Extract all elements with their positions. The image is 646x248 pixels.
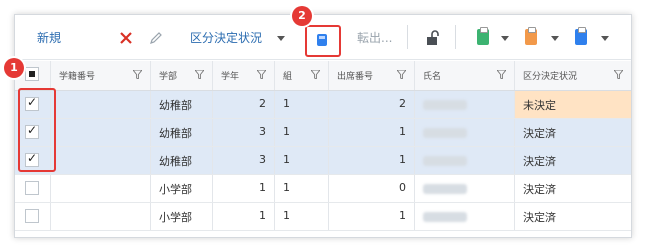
select-all-checkbox[interactable] <box>25 67 39 81</box>
header-attendance-number[interactable]: 出席番号 <box>329 61 415 90</box>
header-student-id[interactable]: 学籍番号 <box>51 61 151 90</box>
attendance-cell: 2 <box>329 91 415 118</box>
status-cell: 決定済 <box>523 211 556 224</box>
row-checkbox[interactable] <box>25 209 39 223</box>
callout-badge-1: 1 <box>4 58 24 78</box>
student-id-cell <box>51 119 151 146</box>
header-grade[interactable]: 学年 <box>213 61 275 90</box>
class-cell: 1 <box>275 175 329 202</box>
calculator-button[interactable] <box>305 25 341 57</box>
redacted-name <box>423 212 467 222</box>
class-cell: 1 <box>275 91 329 118</box>
student-id-cell <box>51 203 151 230</box>
export-button[interactable]: 転出... <box>357 29 392 46</box>
name-cell <box>415 119 515 146</box>
table-row[interactable]: 小学部 1 1 1 決定済 <box>15 203 631 231</box>
toolbar-divider <box>407 25 408 49</box>
close-icon[interactable] <box>119 31 133 45</box>
status-cell: 決定済 <box>523 155 556 168</box>
redacted-name <box>423 128 467 138</box>
grade-cell: 1 <box>213 175 275 202</box>
header-department[interactable]: 学部 <box>151 61 213 90</box>
table-row[interactable]: 幼稚部 2 1 2 未決定 <box>15 91 631 119</box>
row-checkbox[interactable] <box>25 181 39 195</box>
department-cell: 幼稚部 <box>151 119 213 146</box>
class-cell: 1 <box>275 119 329 146</box>
table-header-row: 学籍番号 学部 学年 組 出席番号 氏名 区分決定状況 <box>15 61 631 91</box>
status-cell: 未決定 <box>515 91 631 118</box>
department-cell: 幼稚部 <box>151 91 213 118</box>
calculator-icon <box>317 34 327 46</box>
new-button[interactable]: 新規 <box>37 29 61 46</box>
filter-icon[interactable] <box>497 70 506 79</box>
pencil-icon[interactable] <box>149 31 163 45</box>
toolbar: 新規 区分決定状況 転出... <box>15 15 631 60</box>
department-cell: 小学部 <box>151 175 213 202</box>
attendance-cell: 1 <box>329 203 415 230</box>
clipboard-icon[interactable] <box>575 27 587 45</box>
status-cell: 決定済 <box>523 127 556 140</box>
attendance-cell: 0 <box>329 175 415 202</box>
header-class[interactable]: 組 <box>275 61 329 90</box>
filter-icon[interactable] <box>311 70 320 79</box>
filter-icon[interactable] <box>614 70 623 79</box>
checkbox-highlight <box>18 88 56 172</box>
filter-icon[interactable] <box>195 70 204 79</box>
class-cell: 1 <box>275 203 329 230</box>
class-cell: 1 <box>275 147 329 174</box>
filter-icon[interactable] <box>133 70 142 79</box>
callout-badge-2: 2 <box>292 6 312 26</box>
student-id-cell <box>51 175 151 202</box>
student-id-cell <box>51 91 151 118</box>
redacted-name <box>423 156 467 166</box>
classify-status-dropdown[interactable]: 区分決定状況 <box>190 29 262 46</box>
select-cell <box>15 203 51 230</box>
filter-icon[interactable] <box>257 70 266 79</box>
chevron-down-icon[interactable] <box>551 36 559 41</box>
table-row[interactable]: 幼稚部 3 1 1 決定済 <box>15 119 631 147</box>
header-classification-status[interactable]: 区分決定状況 <box>515 61 631 90</box>
header-name[interactable]: 氏名 <box>415 61 515 90</box>
lock-icon[interactable] <box>425 30 441 46</box>
name-cell <box>415 147 515 174</box>
attendance-cell: 1 <box>329 147 415 174</box>
name-cell <box>415 91 515 118</box>
filter-icon[interactable] <box>397 70 406 79</box>
redacted-name <box>423 100 467 110</box>
grade-cell: 2 <box>213 91 275 118</box>
name-cell <box>415 175 515 202</box>
grade-cell: 3 <box>213 119 275 146</box>
status-cell: 決定済 <box>523 183 556 196</box>
name-cell <box>415 203 515 230</box>
student-id-cell <box>51 147 151 174</box>
toolbar-divider <box>455 25 456 49</box>
grade-cell: 3 <box>213 147 275 174</box>
chevron-down-icon[interactable] <box>601 36 609 41</box>
table-row[interactable]: 幼稚部 3 1 1 決定済 <box>15 147 631 175</box>
select-cell <box>15 175 51 202</box>
redacted-name <box>423 184 467 194</box>
table-row[interactable]: 小学部 1 1 0 決定済 <box>15 175 631 203</box>
chevron-down-icon[interactable] <box>277 36 285 41</box>
main-frame: 新規 区分決定状況 転出... 学籍番号 学部 学年 組 出席番号 氏名 区分決… <box>14 14 632 238</box>
department-cell: 幼稚部 <box>151 147 213 174</box>
department-cell: 小学部 <box>151 203 213 230</box>
clipboard-icon[interactable] <box>525 27 537 45</box>
clipboard-icon[interactable] <box>477 27 489 45</box>
chevron-down-icon[interactable] <box>501 36 509 41</box>
grade-cell: 1 <box>213 203 275 230</box>
attendance-cell: 1 <box>329 119 415 146</box>
